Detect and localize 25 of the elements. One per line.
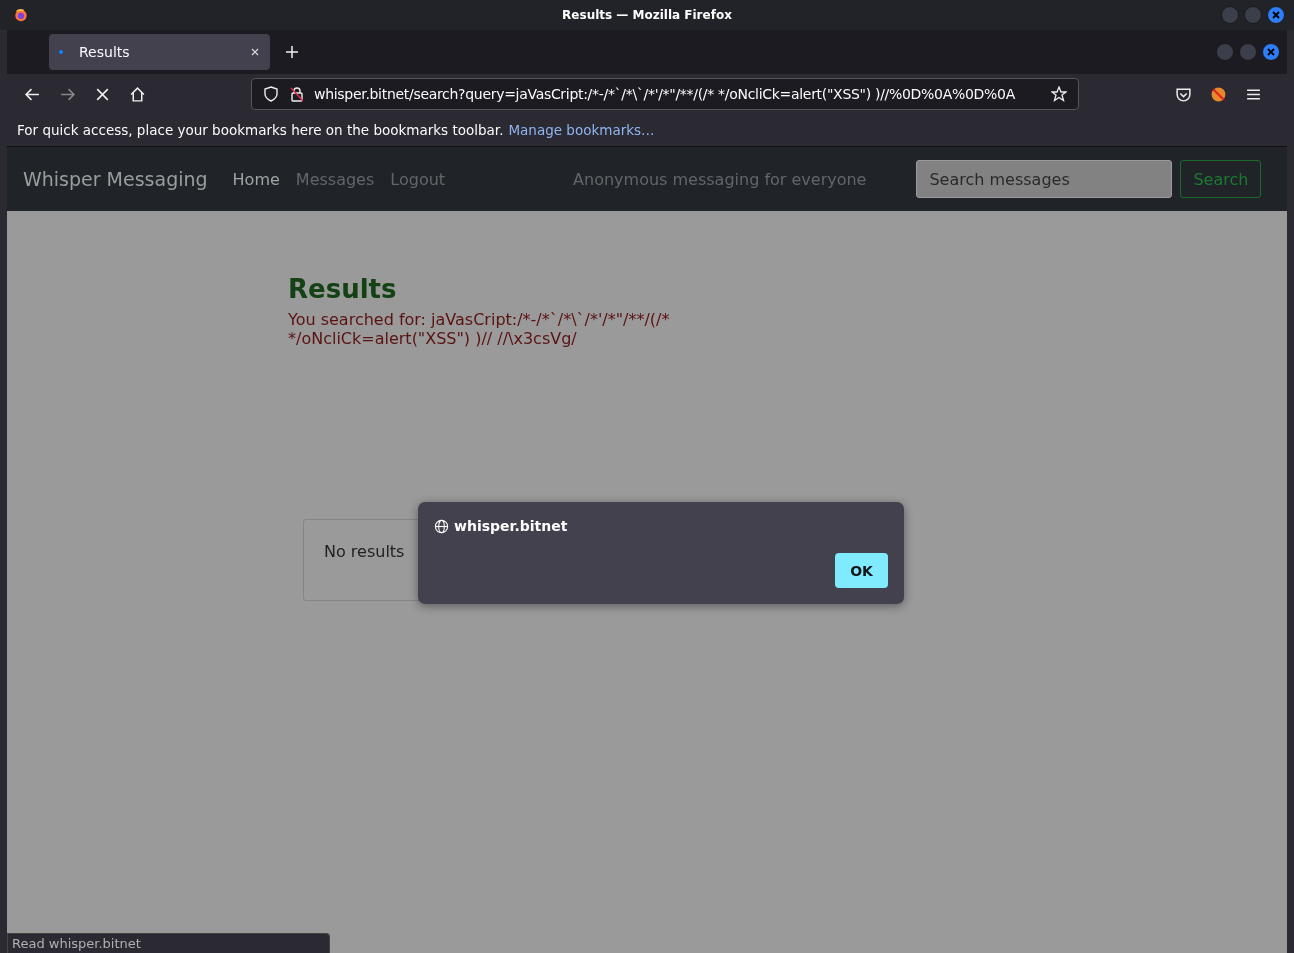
close-button[interactable]: [1262, 43, 1280, 61]
browser-tab[interactable]: Results: [49, 34, 270, 70]
bookmarks-message: For quick access, place your bookmarks here on the bookmarks toolbar.: [17, 122, 504, 138]
search-field[interactable]: Search messages: [916, 160, 1173, 198]
status-bar: Read whisper.bitnet: [7, 933, 330, 953]
results-heading: Results: [288, 274, 398, 304]
close-tab-icon[interactable]: [250, 47, 260, 57]
manage-bookmarks-link[interactable]: Manage bookmarks…: [508, 122, 655, 138]
globe-icon: [434, 518, 449, 534]
new-tab-icon[interactable]: [285, 45, 299, 59]
extension-icon[interactable]: [1210, 85, 1227, 103]
pocket-icon[interactable]: [1175, 85, 1192, 103]
site-brand[interactable]: Whisper Messaging: [23, 168, 208, 190]
insecure-lock-icon[interactable]: [289, 86, 305, 102]
address-bar[interactable]: whisper.bitnet/search?query=jaVasCript:/*-/*`/*\`/*'/*"/**/(/* */oNcliCk=alert("XSS") )//%0D%0A%0D%0A: [251, 78, 1079, 110]
searched-for-text: You searched for: jaVasCript:/*-/*`/*\`/*'/*"/**/(/* */oNcliCk=alert("XSS") )// //\x3csVg/: [288, 310, 671, 348]
star-icon[interactable]: [1051, 86, 1067, 102]
window-title: Results — Mozilla Firefox: [562, 8, 732, 22]
close-button[interactable]: [1267, 6, 1285, 24]
ok-button[interactable]: OK: [835, 553, 888, 588]
nav-link[interactable]: Home: [232, 169, 280, 189]
shield-icon[interactable]: [263, 86, 279, 102]
url-text: whisper.bitnet/search?query=jaVasCript:/*-/*`/*\`/*'/*"/**/(/* */oNcliCk=alert("XSS") )//%0D%0A%0D%0A: [314, 86, 1016, 102]
home-icon[interactable]: [129, 85, 146, 103]
tagline: Anonymous messaging for everyone: [573, 169, 867, 189]
